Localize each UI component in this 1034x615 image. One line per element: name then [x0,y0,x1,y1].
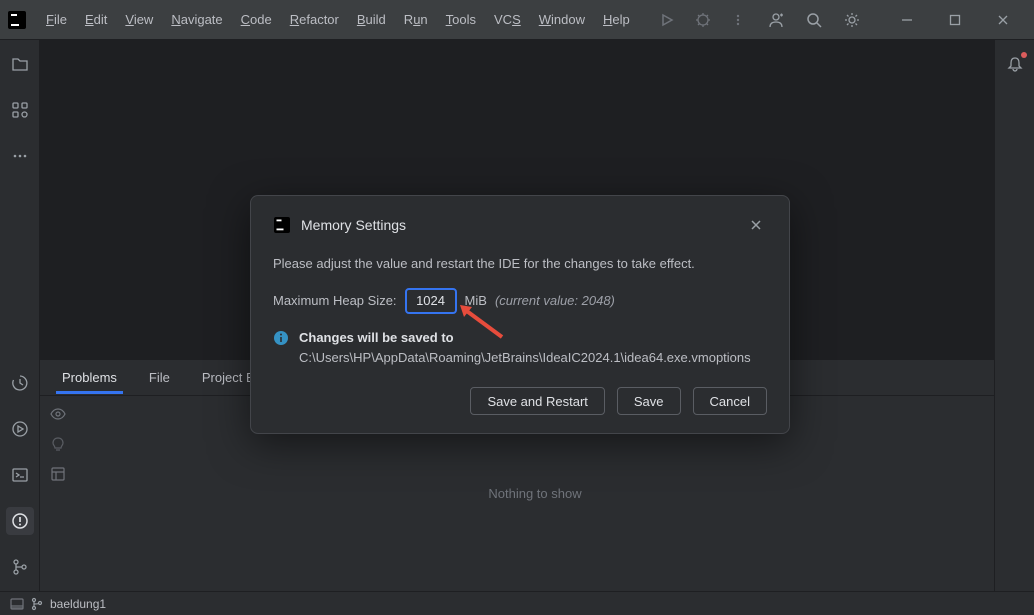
tool-window-icon[interactable] [10,597,24,611]
heap-row: Maximum Heap Size: MiB (current value: 2… [273,288,767,314]
menu-vcs[interactable]: VCS [486,8,529,31]
heap-label: Maximum Heap Size: [273,293,397,308]
minimize-button[interactable] [884,6,930,34]
layout-icon[interactable] [48,464,68,484]
titlebar: File Edit View Navigate Code Refactor Bu… [0,0,1034,40]
dialog-message: Please adjust the value and restart the … [273,254,767,274]
info-icon [273,330,289,370]
maximize-button[interactable] [932,6,978,34]
tab-file[interactable]: File [135,362,184,393]
menu-tools[interactable]: Tools [438,8,484,31]
panel-gutter [40,396,76,591]
branch-icon[interactable] [30,597,44,611]
search-icon[interactable] [796,6,832,34]
menu-view[interactable]: View [117,8,161,31]
structure-icon[interactable] [6,96,34,124]
branch-name[interactable]: baeldung1 [50,597,106,611]
dialog-header: Memory Settings [273,214,767,236]
info-path-text: C:\Users\HP\AppData\Roaming\JetBrains\Id… [299,350,751,365]
menu-window[interactable]: Window [531,8,593,31]
mib-label: MiB [465,293,487,308]
problems-tool-icon[interactable] [6,507,34,535]
info-row: Changes will be saved to C:\Users\HP\App… [273,328,767,370]
titlebar-right [758,6,1026,34]
more-horizontal-icon[interactable] [6,142,34,170]
menu-build[interactable]: Build [349,8,394,31]
services-icon[interactable] [6,415,34,443]
heap-size-input[interactable] [405,288,457,314]
memory-settings-dialog: Memory Settings Please adjust the value … [250,195,790,434]
statusbar: baeldung1 [0,591,1034,615]
menu-file[interactable]: File [38,8,75,31]
terminal-icon[interactable] [6,461,34,489]
clock-icon[interactable] [6,369,34,397]
menu-refactor[interactable]: Refactor [282,8,347,31]
app-icon [8,10,26,30]
save-and-restart-button[interactable]: Save and Restart [470,387,604,415]
info-bold-text: Changes will be saved to [299,330,454,345]
notifications-icon[interactable] [1001,50,1029,78]
menu-run[interactable]: Run [396,8,436,31]
left-tool-rail [0,40,40,591]
close-icon[interactable] [745,214,767,236]
right-tool-rail [994,40,1034,591]
dialog-title: Memory Settings [301,217,406,233]
app-icon [273,216,291,234]
more-vertical-icon[interactable] [723,6,754,34]
current-value-text: (current value: 2048) [495,293,615,308]
menu-edit[interactable]: Edit [77,8,115,31]
project-icon[interactable] [6,50,34,78]
tab-problems[interactable]: Problems [48,362,131,393]
menu-help[interactable]: Help [595,8,638,31]
eye-icon[interactable] [48,404,68,424]
save-button[interactable]: Save [617,387,681,415]
menu-navigate[interactable]: Navigate [163,8,230,31]
menu-code[interactable]: Code [233,8,280,31]
run-icon[interactable] [652,6,683,34]
notification-dot [1021,52,1027,58]
info-text: Changes will be saved to C:\Users\HP\App… [299,328,751,370]
cancel-button[interactable]: Cancel [693,387,767,415]
code-with-me-icon[interactable] [758,6,794,34]
tab-project-errors[interactable]: Project Errors [188,362,258,393]
debug-icon[interactable] [687,6,718,34]
close-button[interactable] [980,6,1026,34]
settings-icon[interactable] [834,6,870,34]
bulb-icon[interactable] [48,434,68,454]
dialog-buttons: Save and Restart Save Cancel [273,387,767,415]
main-menu: File Edit View Navigate Code Refactor Bu… [38,8,638,31]
vcs-icon[interactable] [6,553,34,581]
